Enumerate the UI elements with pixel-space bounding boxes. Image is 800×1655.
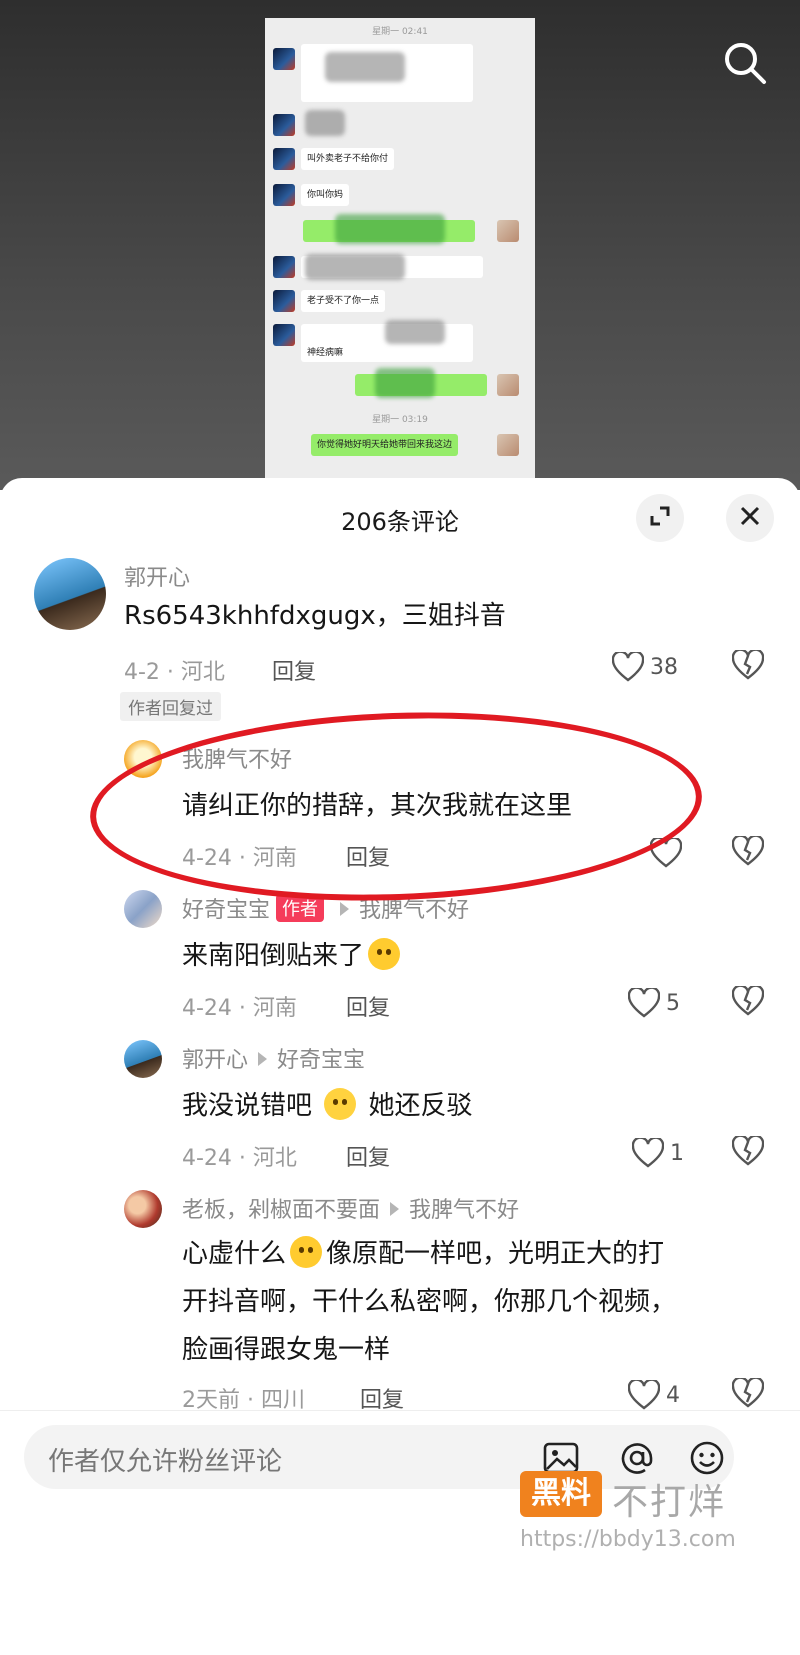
dislike-button[interactable] — [731, 834, 766, 870]
chat-avatar — [273, 256, 295, 278]
chat-timestamp: 星期一 03:19 — [372, 415, 428, 425]
heart-icon — [628, 988, 660, 1018]
chat-bubble-out: 你觉得她好明天给她带回来我这边 — [311, 434, 459, 456]
search-icon[interactable] — [720, 38, 770, 88]
like-button[interactable] — [650, 836, 682, 870]
dislike-button[interactable] — [731, 648, 766, 684]
reply-arrow-icon — [390, 1202, 400, 1216]
like-button[interactable]: 5 — [628, 986, 680, 1020]
broken-heart-icon — [731, 1376, 765, 1408]
avatar[interactable] — [124, 740, 162, 778]
avatar[interactable] — [124, 1190, 162, 1228]
reply-button[interactable]: 回复 — [272, 654, 316, 686]
chat-avatar-me — [497, 374, 519, 396]
author-replied-badge: 作者回复过 — [120, 692, 221, 721]
blur-mask — [385, 320, 445, 344]
broken-heart-icon — [731, 648, 765, 680]
comment-text: 心虚什么 像原配一样吧，光明正大的打 — [182, 1230, 664, 1278]
reply-arrow-icon — [340, 902, 350, 916]
heart-icon — [632, 1138, 664, 1168]
comment-username[interactable]: 郭开心 — [124, 560, 190, 592]
comment-meta: 4-24 · 河南 — [182, 846, 297, 871]
comment-text: 请纠正你的措辞，其次我就在这里 — [182, 791, 573, 821]
chat-avatar — [273, 114, 295, 136]
chat-avatar — [273, 324, 295, 346]
comment-username[interactable]: 我脾气不好 — [182, 742, 292, 774]
chat-avatar — [273, 184, 295, 206]
like-count: 1 — [670, 1140, 684, 1166]
emoji-icon[interactable] — [688, 1439, 726, 1477]
heart-icon — [628, 1380, 660, 1410]
blur-mask — [305, 110, 345, 136]
chat-avatar — [273, 290, 295, 312]
author-tag: 作者 — [276, 894, 325, 922]
chat-avatar — [273, 48, 295, 70]
like-count: 5 — [666, 990, 680, 1016]
chat-avatar-me — [497, 220, 519, 242]
avatar[interactable] — [124, 1040, 162, 1078]
avatar[interactable] — [124, 890, 162, 928]
reply-button[interactable]: 回复 — [346, 1140, 390, 1172]
chat-bubble: 老子受不了你一点 — [301, 290, 386, 312]
reply-arrow-icon — [258, 1052, 268, 1066]
dislike-button[interactable] — [731, 1376, 766, 1412]
like-button[interactable]: 1 — [632, 1136, 684, 1170]
broken-heart-icon — [731, 834, 765, 866]
chat-bubble: 叫外卖老子不给你付 — [301, 148, 395, 170]
comment-username: 老板，剁椒面不要面 我脾气不好 — [182, 1198, 520, 1223]
at-icon[interactable] — [618, 1439, 656, 1477]
chat-timestamp: 星期一 02:41 — [372, 27, 428, 37]
broken-heart-icon — [731, 984, 765, 1016]
watermark-url: https://bbdy13.com — [520, 1527, 736, 1552]
comment-input-placeholder: 作者仅允许粉丝评论 — [48, 1447, 283, 1477]
close-icon — [738, 504, 762, 532]
comment-text: 我没说错吧 她还反驳 — [182, 1082, 473, 1130]
reply-button[interactable]: 回复 — [346, 840, 390, 872]
expand-button[interactable] — [636, 494, 684, 542]
like-count: 38 — [650, 654, 678, 680]
comment-meta: 4-24 · 河北 — [182, 1146, 297, 1171]
blur-mask — [375, 368, 435, 398]
close-button[interactable] — [726, 494, 774, 542]
like-button[interactable]: 4 — [628, 1378, 680, 1412]
comment-username: 郭开心 好奇宝宝 — [182, 1048, 366, 1073]
comment-text: Rs6543khhfdxgugx，三姐抖音 — [124, 601, 506, 631]
dislike-button[interactable] — [731, 1134, 766, 1170]
video-area[interactable]: 星期一 02:41 叫外卖老子不给你付 你叫你妈 老子受不了你一点 神经病嘛 星… — [0, 0, 800, 490]
bottom-bar: 作者仅允许粉丝评论 黑料 不打烊 https://bbdy13.com — [0, 1410, 800, 1655]
chat-bubble: 你叫你妈 — [301, 184, 350, 206]
avatar[interactable] — [34, 558, 106, 630]
heart-icon — [612, 652, 644, 682]
blur-mask — [325, 52, 405, 82]
watermark-text: 不打烊 — [612, 1482, 727, 1523]
like-count: 4 — [666, 1382, 680, 1408]
comment-text: 来南阳倒贴来了 — [182, 932, 404, 980]
comment-meta: 4-24 · 河南 — [182, 996, 297, 1021]
heart-icon — [650, 838, 682, 868]
broken-heart-icon — [731, 1134, 765, 1166]
dislike-button[interactable] — [731, 984, 766, 1020]
watermark-logo: 黑料 — [520, 1471, 602, 1517]
chat-avatar-me — [497, 434, 519, 456]
chat-screenshot: 星期一 02:41 叫外卖老子不给你付 你叫你妈 老子受不了你一点 神经病嘛 星… — [265, 18, 535, 490]
reply-button[interactable]: 回复 — [346, 990, 390, 1022]
blur-mask — [335, 214, 445, 244]
shy-emoji-icon — [368, 938, 401, 970]
comment-username: 好奇宝宝 作者 我脾气不好 — [182, 892, 469, 924]
shy-emoji-icon — [290, 1236, 323, 1268]
comment-meta: 4-2 · 河北 — [124, 660, 225, 685]
crying-emoji-icon — [324, 1088, 357, 1120]
expand-icon — [647, 503, 673, 533]
like-button[interactable]: 38 — [612, 650, 678, 684]
chat-avatar — [273, 148, 295, 170]
blur-mask — [305, 254, 405, 280]
comment-text: 脸画得跟女鬼一样 — [182, 1335, 391, 1365]
comment-text: 开抖音啊，干什么私密啊，你那几个视频， — [182, 1287, 677, 1317]
